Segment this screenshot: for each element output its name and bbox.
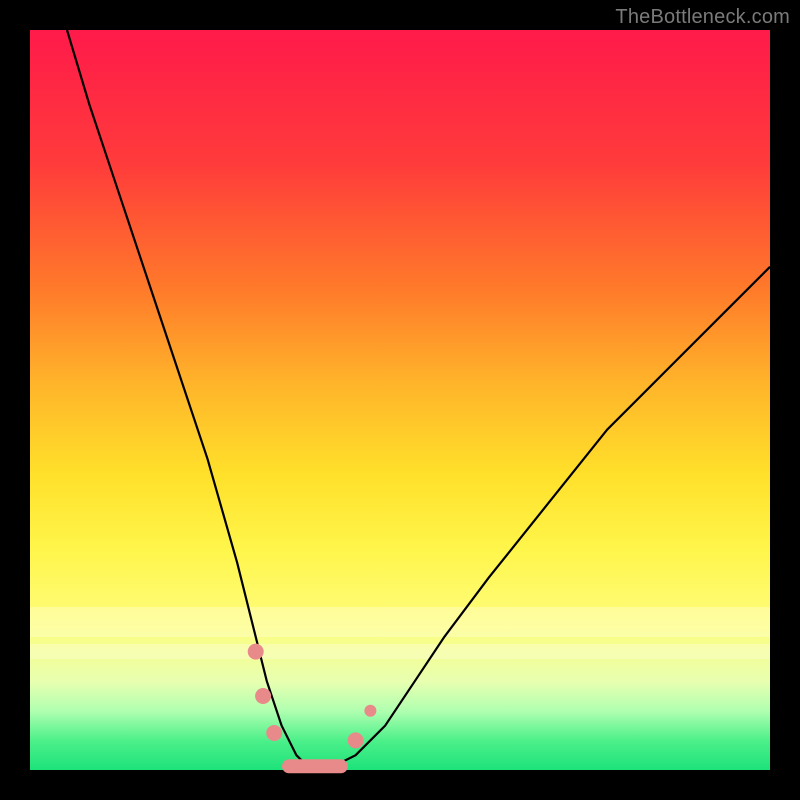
marker-point [255, 688, 271, 704]
plot-area [30, 30, 770, 770]
marker-point [348, 732, 364, 748]
marker-point [248, 644, 264, 660]
watermark-text: TheBottleneck.com [615, 6, 790, 29]
chart-stage: TheBottleneck.com [0, 0, 800, 800]
marker-group [248, 644, 377, 749]
marker-point [266, 725, 282, 741]
bottleneck-curve [67, 30, 770, 770]
marker-point [364, 705, 376, 717]
curve-layer [30, 30, 770, 770]
